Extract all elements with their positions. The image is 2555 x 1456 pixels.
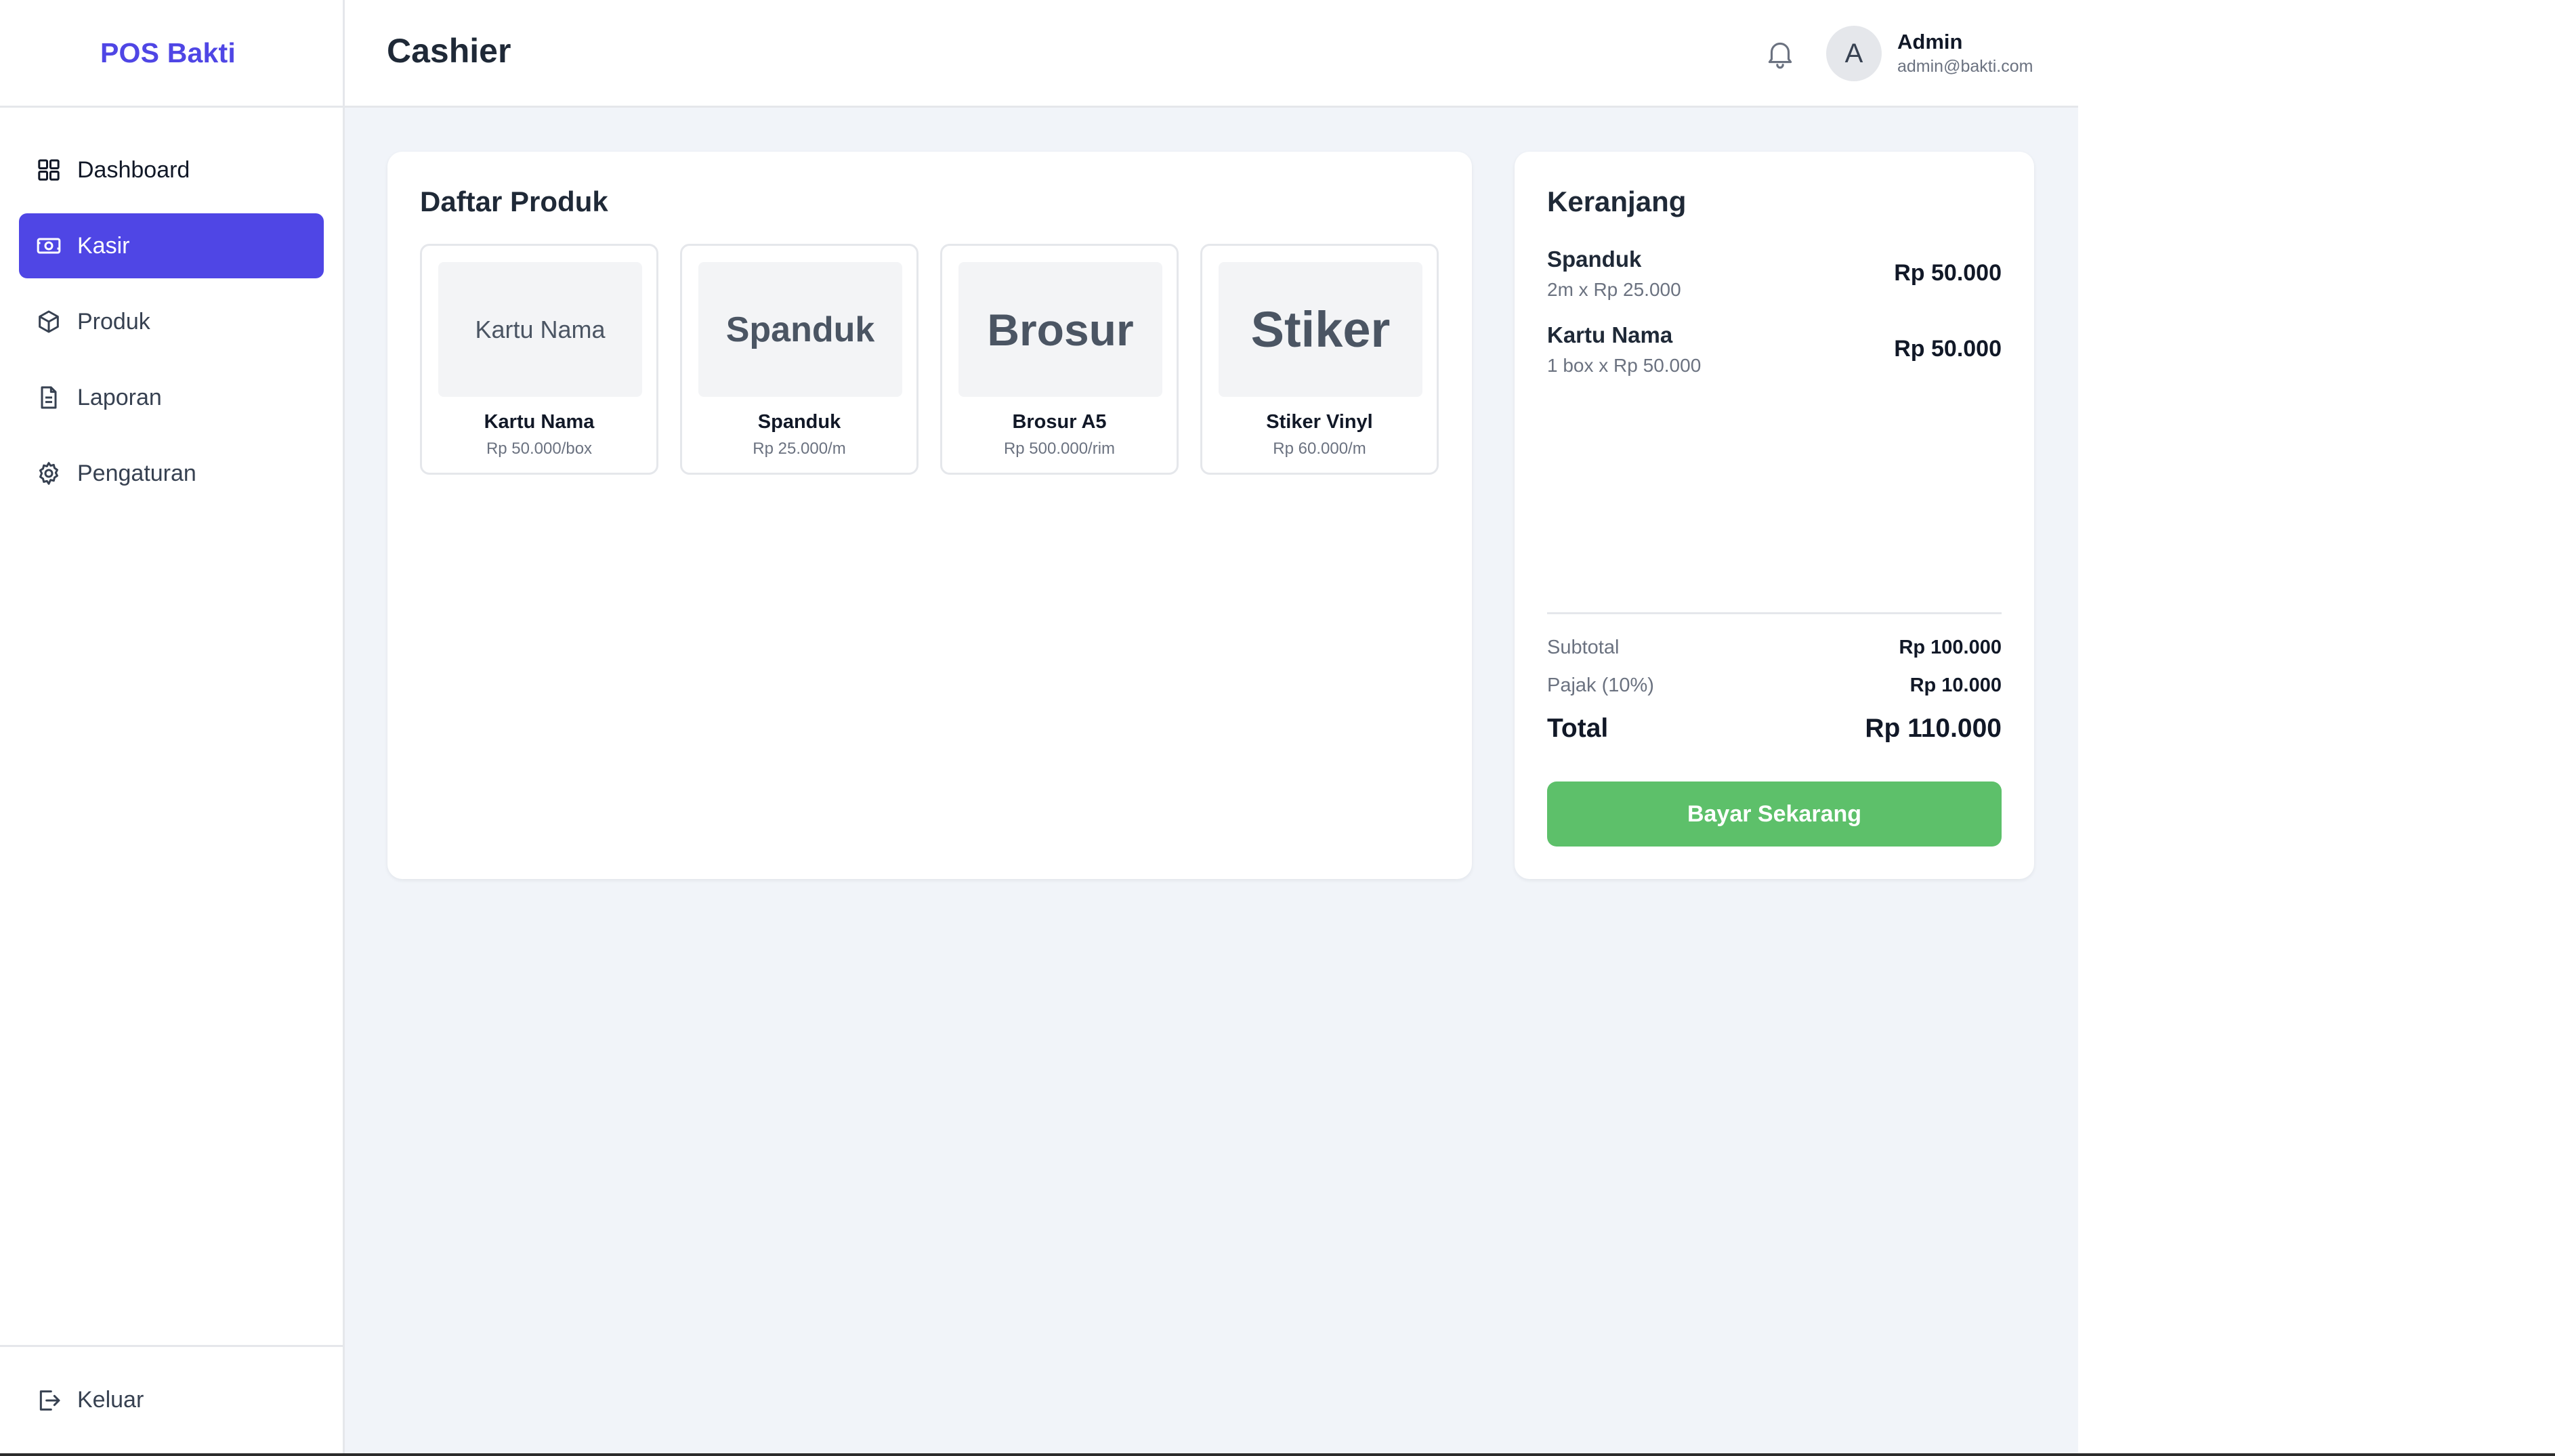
avatar[interactable]: A bbox=[1826, 26, 1882, 81]
sidebar-item-laporan[interactable]: Laporan bbox=[19, 365, 324, 430]
user-email: admin@bakti.com bbox=[1897, 57, 2033, 76]
product-list-card: Daftar Produk Kartu Nama Kartu Nama Rp 5… bbox=[387, 152, 1472, 879]
tax-label: Pajak (10%) bbox=[1547, 675, 1654, 696]
cart-divider bbox=[1547, 612, 2002, 614]
product-card-brosur-a5[interactable]: Brosur Brosur A5 Rp 500.000/rim bbox=[940, 244, 1179, 475]
page-title: Cashier bbox=[387, 32, 511, 70]
cart-item-total: Rp 50.000 bbox=[1894, 336, 2002, 362]
product-thumbnail: Spanduk bbox=[698, 262, 902, 397]
product-price: Rp 50.000/box bbox=[486, 440, 593, 458]
cart-item: Spanduk 2m x Rp 25.000 Rp 50.000 bbox=[1547, 247, 2002, 307]
product-thumbnail: Kartu Nama bbox=[438, 262, 642, 397]
box-icon bbox=[35, 308, 62, 335]
product-card-stiker-vinyl[interactable]: Stiker Stiker Vinyl Rp 60.000/m bbox=[1200, 244, 1439, 475]
sidebar-item-label: Dashboard bbox=[77, 156, 190, 183]
product-list-title: Daftar Produk bbox=[420, 186, 608, 217]
user-name: Admin bbox=[1897, 30, 1963, 53]
dashboard-grid-icon bbox=[35, 156, 62, 184]
sidebar-item-pengaturan[interactable]: Pengaturan bbox=[19, 441, 324, 506]
product-card-spanduk[interactable]: Spanduk Spanduk Rp 25.000/m bbox=[680, 244, 918, 475]
pay-now-button[interactable]: Bayar Sekarang bbox=[1547, 781, 2002, 847]
product-name: Spanduk bbox=[757, 411, 841, 433]
product-price: Rp 500.000/rim bbox=[1003, 440, 1116, 458]
logout-icon bbox=[35, 1387, 62, 1414]
sidebar-footer: Keluar bbox=[0, 1345, 343, 1453]
tax-value: Rp 10.000 bbox=[1909, 675, 2002, 696]
sidebar-item-label: Pengaturan bbox=[77, 460, 196, 486]
cart-item-name: Spanduk bbox=[1547, 247, 1642, 272]
sidebar-nav: Dashboard Kasir Produk Laporan Pengatura… bbox=[0, 108, 343, 506]
cart-item-total: Rp 50.000 bbox=[1894, 260, 2002, 286]
total-value: Rp 110.000 bbox=[1865, 714, 2002, 743]
brand-area: POS Bakti bbox=[0, 0, 343, 108]
product-name: Kartu Nama bbox=[484, 411, 595, 433]
product-name: Brosur A5 bbox=[1012, 411, 1107, 433]
sidebar: POS Bakti Dashboard Kasir Produk Laporan… bbox=[0, 0, 345, 1453]
subtotal-label: Subtotal bbox=[1547, 637, 1620, 658]
sidebar-item-label: Laporan bbox=[77, 384, 162, 410]
bottom-edge-bar bbox=[0, 1453, 2555, 1456]
cash-register-icon bbox=[35, 232, 62, 259]
top-header: Cashier A Admin admin@bakti.com bbox=[345, 0, 2078, 108]
blank-area bbox=[2078, 0, 2555, 1453]
cart-item-detail: 2m x Rp 25.000 bbox=[1547, 279, 1681, 300]
sidebar-item-kasir[interactable]: Kasir bbox=[19, 213, 324, 278]
product-thumbnail: Brosur bbox=[958, 262, 1162, 397]
logout-label: Keluar bbox=[77, 1387, 144, 1413]
sidebar-item-label: Kasir bbox=[77, 232, 130, 259]
sidebar-item-label: Produk bbox=[77, 308, 150, 335]
cart-item-detail: 1 box x Rp 50.000 bbox=[1547, 355, 1702, 376]
product-thumbnail: Stiker bbox=[1219, 262, 1422, 397]
logout-button[interactable]: Keluar bbox=[19, 1368, 324, 1433]
bell-icon[interactable] bbox=[1763, 37, 1797, 70]
sidebar-item-dashboard[interactable]: Dashboard bbox=[19, 137, 324, 202]
product-grid: Kartu Nama Kartu Nama Rp 50.000/box Span… bbox=[420, 244, 1439, 475]
cart-item: Kartu Nama 1 box x Rp 50.000 Rp 50.000 bbox=[1547, 322, 2002, 383]
total-label: Total bbox=[1547, 714, 1609, 743]
gear-icon bbox=[35, 460, 62, 487]
brand-logo-text[interactable]: POS Bakti bbox=[100, 37, 236, 69]
cart-card: Keranjang Spanduk 2m x Rp 25.000 Rp 50.0… bbox=[1515, 152, 2034, 879]
cart-item-name: Kartu Nama bbox=[1547, 322, 1673, 347]
product-price: Rp 60.000/m bbox=[1273, 440, 1366, 458]
product-name: Stiker Vinyl bbox=[1266, 411, 1373, 433]
subtotal-value: Rp 100.000 bbox=[1899, 637, 2002, 658]
product-price: Rp 25.000/m bbox=[753, 440, 846, 458]
document-icon bbox=[35, 384, 62, 411]
sidebar-item-produk[interactable]: Produk bbox=[19, 289, 324, 354]
product-card-kartu-nama[interactable]: Kartu Nama Kartu Nama Rp 50.000/box bbox=[420, 244, 658, 475]
cart-title: Keranjang bbox=[1547, 186, 1687, 217]
app-shell: POS Bakti Dashboard Kasir Produk Laporan… bbox=[0, 0, 2078, 1453]
